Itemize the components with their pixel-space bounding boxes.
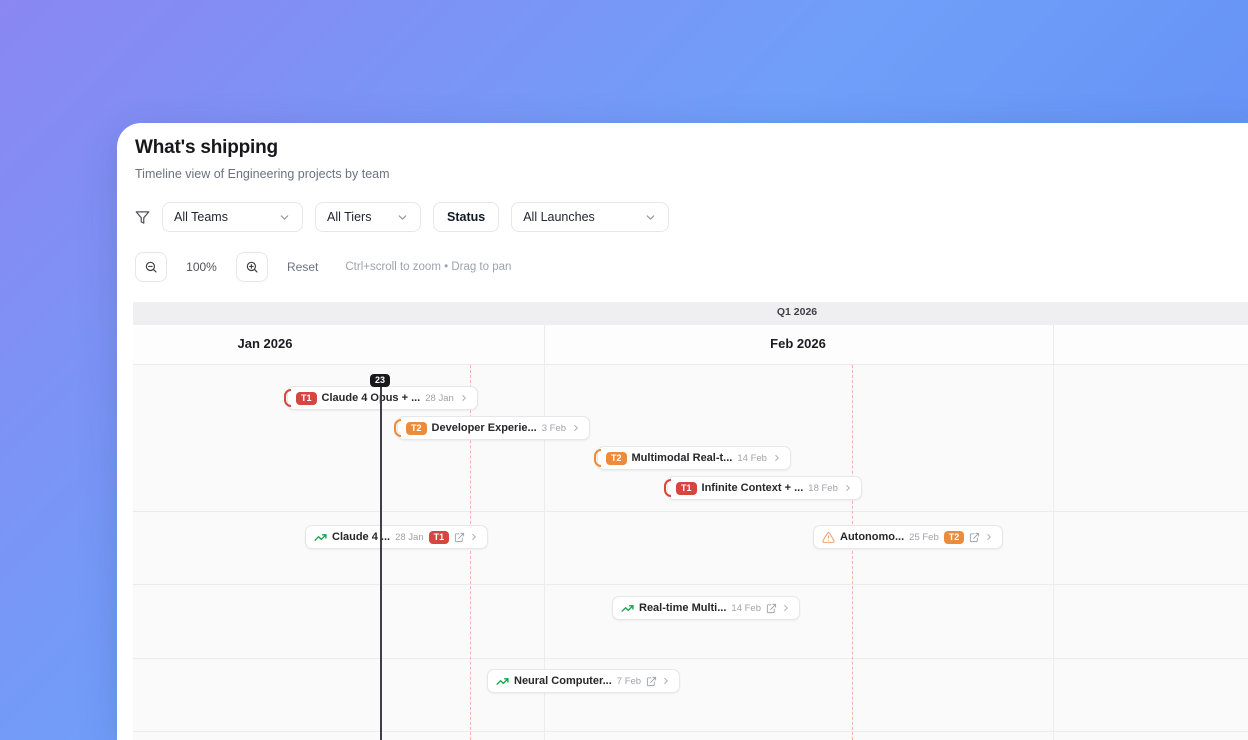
tiers-filter-value: All Tiers <box>327 210 372 224</box>
milestone-dashed-line <box>852 365 853 740</box>
month-label-jan: Jan 2026 <box>237 336 293 351</box>
quarter-header-band: Q1 2026 <box>133 302 1248 325</box>
zoom-out-icon <box>145 261 157 273</box>
bar-start-bracket <box>284 389 291 407</box>
project-pill-developer-experience[interactable]: T2 Developer Experie... 3 Feb <box>394 416 590 440</box>
warning-triangle-icon <box>822 531 835 544</box>
project-name: Developer Experie... <box>431 422 537 434</box>
timeline-view: Q1 2026 Jan 2026 Feb 2026 23 T1 Claude 4… <box>133 302 1248 740</box>
project-name: Multimodal Real-t... <box>631 452 733 464</box>
launch-name: Real-time Multi... <box>639 602 727 614</box>
tier-badge: T1 <box>428 530 450 544</box>
chevron-right-icon <box>459 393 469 403</box>
external-link-icon <box>454 532 465 543</box>
timeline-canvas[interactable]: 23 T1 Claude 4 Opus + ... 28 Jan T2 Deve… <box>133 365 1248 740</box>
project-pill-multimodal-realtime[interactable]: T2 Multimodal Real-t... 14 Feb <box>594 446 791 470</box>
month-label-feb: Feb 2026 <box>770 336 826 351</box>
chevron-down-icon <box>278 211 291 224</box>
month-divider <box>544 325 545 365</box>
chevron-down-icon <box>396 211 409 224</box>
gridline-month <box>1053 365 1054 740</box>
tier-badge: T1 <box>676 481 697 495</box>
launches-filter-value: All Launches <box>523 210 595 224</box>
zoom-out-button[interactable] <box>135 252 167 282</box>
project-date: 28 Jan <box>425 392 454 404</box>
external-link-icon <box>969 532 980 543</box>
launch-name: Neural Computer... <box>514 675 612 687</box>
tier-badge: T2 <box>943 530 965 544</box>
zoom-hint-text: Ctrl+scroll to zoom • Drag to pan <box>345 261 512 273</box>
row-separator <box>133 584 1248 585</box>
filter-icon <box>135 210 150 225</box>
zoom-in-button[interactable] <box>236 252 268 282</box>
page-subtitle: Timeline view of Engineering projects by… <box>135 167 390 181</box>
chevron-right-icon <box>781 603 791 613</box>
project-pill-infinite-context[interactable]: T1 Infinite Context + ... 18 Feb <box>664 476 862 500</box>
zoom-toolbar: 100% Reset Ctrl+scroll to zoom • Drag to… <box>135 252 511 282</box>
chevron-right-icon <box>984 532 994 542</box>
whats-shipping-panel: What's shipping Timeline view of Enginee… <box>117 123 1248 740</box>
zoom-level-value: 100% <box>186 260 217 274</box>
launch-pill-realtime-multi[interactable]: Real-time Multi... 14 Feb <box>612 596 800 620</box>
reset-zoom-button[interactable]: Reset <box>287 260 318 274</box>
project-date: 3 Feb <box>541 422 566 434</box>
trending-up-icon <box>496 675 509 688</box>
chevron-right-icon <box>772 453 782 463</box>
status-filter-button[interactable]: Status <box>433 202 500 232</box>
project-pill-claude-4-opus[interactable]: T1 Claude 4 Opus + ... 28 Jan <box>284 386 478 410</box>
bar-start-bracket <box>394 419 401 437</box>
project-name: Infinite Context + ... <box>701 482 804 494</box>
chevron-right-icon <box>469 532 479 542</box>
tier-badge: T2 <box>406 421 427 435</box>
page-title: What's shipping <box>135 137 278 158</box>
filter-bar: All Teams All Tiers Status All Launches <box>135 202 670 232</box>
launch-pill-neural-computer[interactable]: Neural Computer... 7 Feb <box>487 669 681 693</box>
month-divider <box>1053 325 1054 365</box>
today-marker-line <box>380 387 382 740</box>
zoom-in-icon <box>246 261 258 273</box>
project-name: Claude 4 Opus + ... <box>321 392 421 404</box>
teams-filter-dropdown[interactable]: All Teams <box>162 202 303 232</box>
launches-filter-dropdown[interactable]: All Launches <box>511 202 670 232</box>
launch-date: 28 Jan <box>395 531 424 543</box>
trending-up-icon <box>314 531 327 544</box>
chevron-down-icon <box>644 211 657 224</box>
bar-start-bracket <box>594 449 601 467</box>
external-link-icon <box>766 603 777 614</box>
bar-start-bracket <box>664 479 671 497</box>
launch-pill-claude-4[interactable]: Claude 4 ... 28 Jan T1 <box>305 525 489 549</box>
chevron-right-icon <box>661 676 671 686</box>
project-date: 18 Feb <box>808 482 838 494</box>
tier-badge: T2 <box>606 451 627 465</box>
launch-name: Autonomo... <box>840 531 905 543</box>
row-separator <box>133 658 1248 659</box>
tier-badge: T1 <box>296 391 317 405</box>
chevron-right-icon <box>571 423 581 433</box>
quarter-label: Q1 2026 <box>776 306 818 318</box>
launch-pill-autonomous[interactable]: Autonomo... 25 Feb T2 <box>813 525 1004 549</box>
month-header-row: Jan 2026 Feb 2026 <box>133 325 1248 365</box>
launch-date: 14 Feb <box>731 602 761 614</box>
launch-date: 25 Feb <box>909 531 939 543</box>
trending-up-icon <box>621 602 634 615</box>
today-marker-badge: 23 <box>369 374 391 387</box>
project-date: 14 Feb <box>737 452 767 464</box>
external-link-icon <box>646 676 657 687</box>
row-separator <box>133 511 1248 512</box>
chevron-right-icon <box>843 483 853 493</box>
row-separator <box>133 731 1248 732</box>
tiers-filter-dropdown[interactable]: All Tiers <box>315 202 421 232</box>
launch-date: 7 Feb <box>616 675 642 687</box>
teams-filter-value: All Teams <box>174 210 228 224</box>
